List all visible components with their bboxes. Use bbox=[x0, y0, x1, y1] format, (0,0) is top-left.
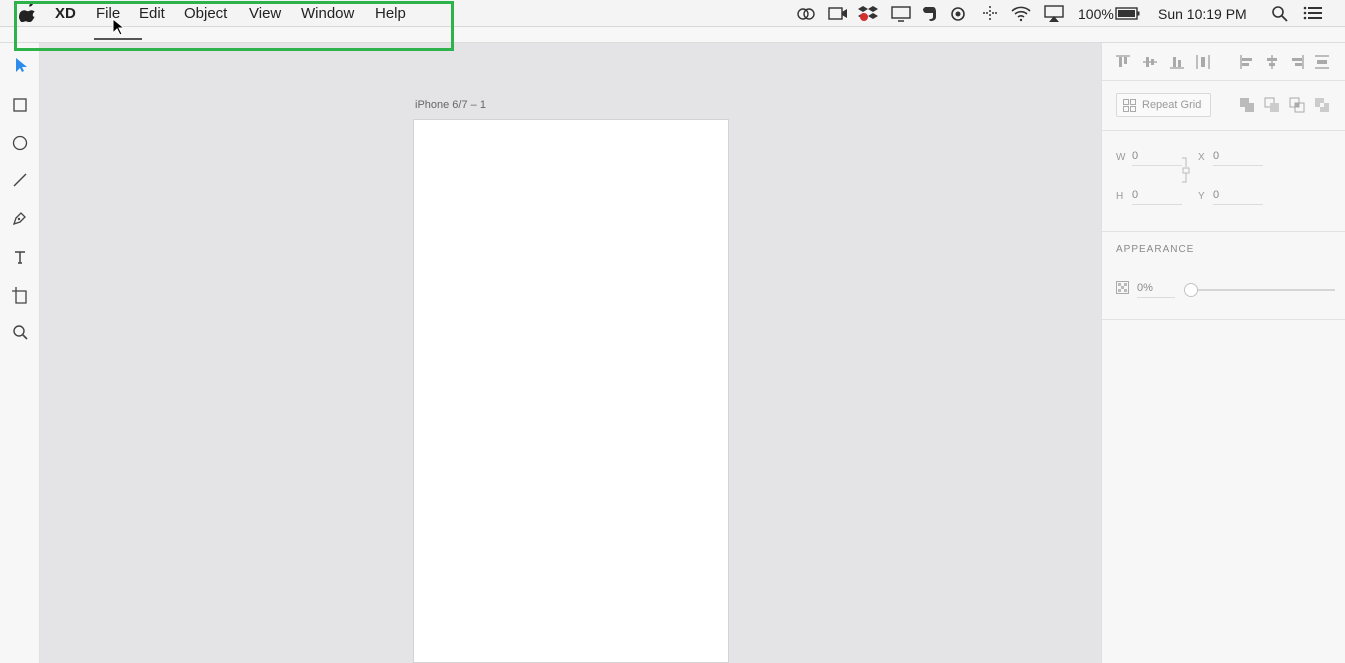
spotlight-search-icon[interactable] bbox=[1270, 5, 1290, 22]
repeat-grid-label: Repeat Grid bbox=[1142, 99, 1202, 111]
select-tool[interactable] bbox=[10, 55, 30, 75]
panel-divider bbox=[1102, 319, 1345, 320]
distribute-vertical-icon[interactable] bbox=[1314, 54, 1330, 70]
panel-divider bbox=[1102, 231, 1345, 232]
distribute-horizontal-icon[interactable] bbox=[1195, 54, 1211, 70]
artboard-label[interactable]: iPhone 6/7 – 1 bbox=[415, 99, 486, 111]
tools-toolbar bbox=[0, 43, 40, 663]
panel-divider bbox=[1102, 80, 1345, 81]
airplay-icon[interactable] bbox=[1044, 5, 1064, 22]
zoom-tool[interactable] bbox=[10, 322, 30, 342]
rectangle-tool[interactable] bbox=[10, 95, 30, 115]
menubar-clock[interactable]: Sun 10:19 PM bbox=[1158, 6, 1247, 22]
pen-tool[interactable] bbox=[10, 208, 30, 228]
ellipse-icon bbox=[12, 135, 28, 151]
lock-aspect-icon[interactable] bbox=[1180, 157, 1190, 183]
height-label: H bbox=[1116, 191, 1124, 202]
line-icon bbox=[13, 173, 27, 187]
window-title-strip bbox=[0, 27, 1345, 43]
repeat-grid-icon bbox=[1123, 98, 1136, 112]
battery-icon[interactable] bbox=[1115, 5, 1141, 22]
align-bottom-icon[interactable] bbox=[1169, 54, 1185, 70]
sync-icon[interactable] bbox=[948, 5, 968, 22]
align-top-icon[interactable] bbox=[1115, 54, 1131, 70]
grid-dots-icon[interactable] bbox=[980, 5, 1000, 22]
menu-help[interactable]: Help bbox=[375, 5, 406, 22]
notification-list-icon[interactable] bbox=[1303, 5, 1323, 22]
macos-menubar: XD File Edit Object View Window Help 100… bbox=[0, 0, 1345, 27]
apple-icon[interactable] bbox=[19, 4, 35, 22]
text-tool[interactable] bbox=[10, 247, 30, 267]
boolean-add-icon[interactable] bbox=[1239, 97, 1255, 113]
align-center-icon[interactable] bbox=[1264, 54, 1280, 70]
dropbox-icon[interactable] bbox=[858, 5, 878, 22]
evernote-icon[interactable] bbox=[920, 5, 940, 22]
video-camera-icon[interactable] bbox=[828, 5, 848, 22]
menu-edit[interactable]: Edit bbox=[139, 5, 165, 22]
opacity-field[interactable]: 0% bbox=[1137, 282, 1175, 298]
artboard-icon bbox=[12, 287, 27, 304]
boolean-intersect-icon[interactable] bbox=[1289, 97, 1305, 113]
panel-divider bbox=[1102, 130, 1345, 131]
ellipse-tool[interactable] bbox=[10, 133, 30, 153]
width-field[interactable]: 0 bbox=[1132, 150, 1182, 166]
text-icon bbox=[15, 251, 25, 264]
height-field[interactable]: 0 bbox=[1132, 189, 1182, 205]
rectangle-icon bbox=[13, 98, 27, 112]
menu-app-xd[interactable]: XD bbox=[55, 5, 76, 22]
artboard-tool[interactable] bbox=[10, 285, 30, 305]
menu-view[interactable]: View bbox=[249, 5, 281, 22]
battery-percent: 100% bbox=[1078, 6, 1114, 22]
property-inspector: Repeat Grid W 0 X 0 H 0 Y 0 APPEARANCE 0… bbox=[1101, 43, 1345, 663]
menu-window[interactable]: Window bbox=[301, 5, 354, 22]
x-field[interactable]: 0 bbox=[1213, 150, 1263, 166]
design-tab-underline bbox=[94, 38, 142, 40]
align-left-icon[interactable] bbox=[1239, 54, 1255, 70]
creative-cloud-icon[interactable] bbox=[796, 5, 816, 22]
opacity-checker-icon bbox=[1116, 281, 1129, 294]
boolean-subtract-icon[interactable] bbox=[1264, 97, 1280, 113]
mouse-cursor-icon bbox=[112, 18, 124, 36]
opacity-slider-track[interactable] bbox=[1190, 289, 1335, 291]
width-label: W bbox=[1116, 152, 1126, 163]
align-right-icon[interactable] bbox=[1289, 54, 1305, 70]
zoom-icon bbox=[13, 325, 28, 340]
align-middle-icon[interactable] bbox=[1142, 54, 1158, 70]
appearance-section-title: APPEARANCE bbox=[1116, 244, 1195, 255]
x-label: X bbox=[1198, 152, 1205, 163]
display-icon[interactable] bbox=[891, 5, 911, 22]
line-tool[interactable] bbox=[10, 170, 30, 190]
repeat-grid-button[interactable]: Repeat Grid bbox=[1116, 93, 1211, 117]
y-field[interactable]: 0 bbox=[1213, 189, 1263, 205]
pen-icon bbox=[12, 212, 26, 226]
select-arrow-icon bbox=[16, 58, 27, 72]
wifi-icon[interactable] bbox=[1011, 5, 1031, 22]
artboard[interactable] bbox=[413, 119, 729, 663]
y-label: Y bbox=[1198, 191, 1205, 202]
menu-object[interactable]: Object bbox=[184, 5, 227, 22]
opacity-slider-knob[interactable] bbox=[1184, 283, 1198, 297]
boolean-exclude-icon[interactable] bbox=[1314, 97, 1330, 113]
